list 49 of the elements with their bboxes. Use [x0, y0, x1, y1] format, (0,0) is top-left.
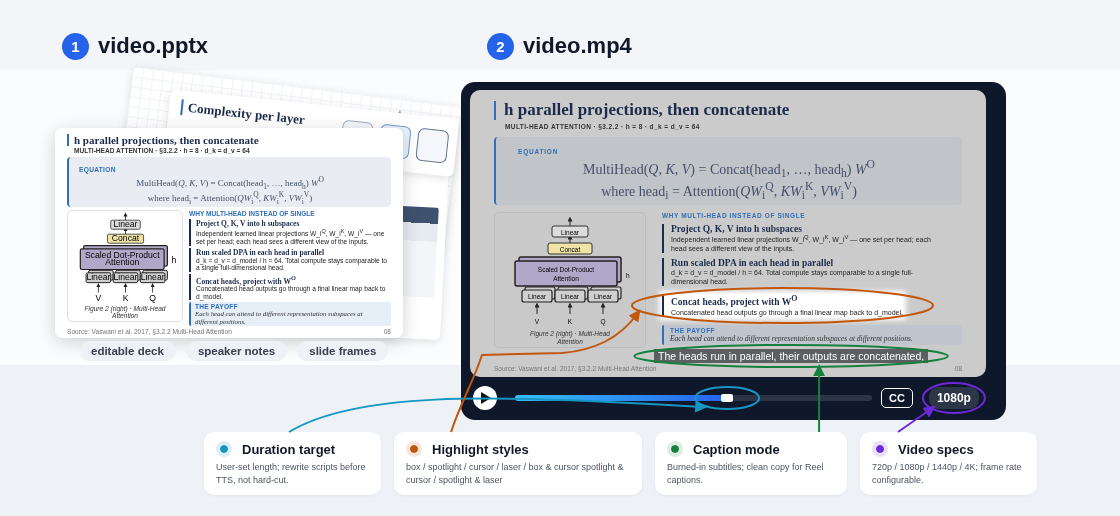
play-button[interactable] — [473, 386, 497, 410]
highlight-ellipse — [921, 382, 986, 414]
play-icon — [481, 392, 491, 404]
card-description: 720p / 1080p / 1440p / 4K; frame rate configurable. — [872, 461, 1023, 488]
card-description: box / spotlight / cursor / laser / box & cursor spotlight & cursor / spotlight & laser — [406, 461, 625, 488]
equation-line: MultiHead(Q, K, V) = Concat(head$_{1}$, …, head$_{h}$) W$^{O}$ — [135, 176, 325, 191]
card-title: Caption mode — [693, 441, 780, 457]
feature-tag: speaker notes — [185, 341, 288, 362]
progress-thumb[interactable] — [721, 394, 734, 402]
attention-layer-box: Scaled Dot-Product Attention — [79, 245, 168, 271]
linear-layer-box: Linear — [109, 219, 141, 230]
slide-title: h parallel projections, then concatenate — [67, 134, 391, 147]
linear-layer-box: Linear — [112, 270, 141, 284]
step-title: video.pptx — [98, 33, 208, 59]
connector-arrow — [567, 216, 573, 228]
card-title: Video specs — [898, 441, 974, 457]
feature-tag: editable deck — [79, 341, 176, 362]
equation-line: where head$_{i}$ = Attention(QW$_{i}$$^{Q}$, KW$_{i}$$^{K}$, VW$_{i}$$^{V}$) — [600, 180, 858, 203]
connector-arrow — [534, 302, 540, 315]
point-heading: Project Q, K, V into h subspaces — [671, 223, 803, 234]
equation-line: where head$_{i}$ = Attention(QW$_{i}$$^{Q}$, KW$_{i}$$^{K}$, VW$_{i}$$^{V}$) — [146, 191, 314, 207]
card-title: Highlight styles — [432, 441, 529, 457]
step-number-badge: 2 — [487, 32, 514, 60]
connector-arrow — [567, 302, 573, 315]
equation-line: MultiHead(Q, K, V) = Concat(head$_{1}$, …, head$_{h}$) W$^{O}$ — [582, 157, 876, 181]
quality-button[interactable]: 1080p — [928, 387, 979, 409]
callout-arrow — [897, 405, 936, 433]
input-label: K — [122, 292, 128, 303]
captions-button[interactable]: CC — [881, 388, 913, 408]
step-number-badge: 1 — [62, 32, 89, 60]
highlight-ellipse — [694, 386, 761, 410]
subtitle-caption: The heads run in parallel, their outputs are concatenated, — [654, 349, 929, 363]
callout-arrow — [813, 364, 826, 433]
point-heading: Concat heads, project with W$^{O}$ — [671, 294, 799, 308]
input-label: Q — [148, 292, 156, 303]
head-count-label: h — [171, 255, 176, 266]
card-title: Duration target — [242, 441, 336, 457]
point-heading: Run scaled DPA in each head in parallel — [671, 258, 835, 269]
feature-tag: slide frames — [297, 341, 389, 362]
linear-layer-box: Linear — [85, 270, 114, 284]
slide-title: h parallel projections, then concatenate — [494, 101, 962, 120]
card-description: User-set length; rewrite scripts before TTS, not hard-cut. — [216, 461, 367, 488]
linear-layer-box: Linear — [139, 270, 168, 284]
progress-track[interactable] — [515, 395, 872, 401]
input-label: V — [95, 292, 101, 303]
connector-arrow — [600, 302, 606, 315]
step-title: video.mp4 — [523, 33, 632, 59]
card-description: Burned-in subtitles; clean copy for Reel captions. — [667, 461, 825, 488]
concat-layer-box: Concat — [106, 233, 144, 244]
